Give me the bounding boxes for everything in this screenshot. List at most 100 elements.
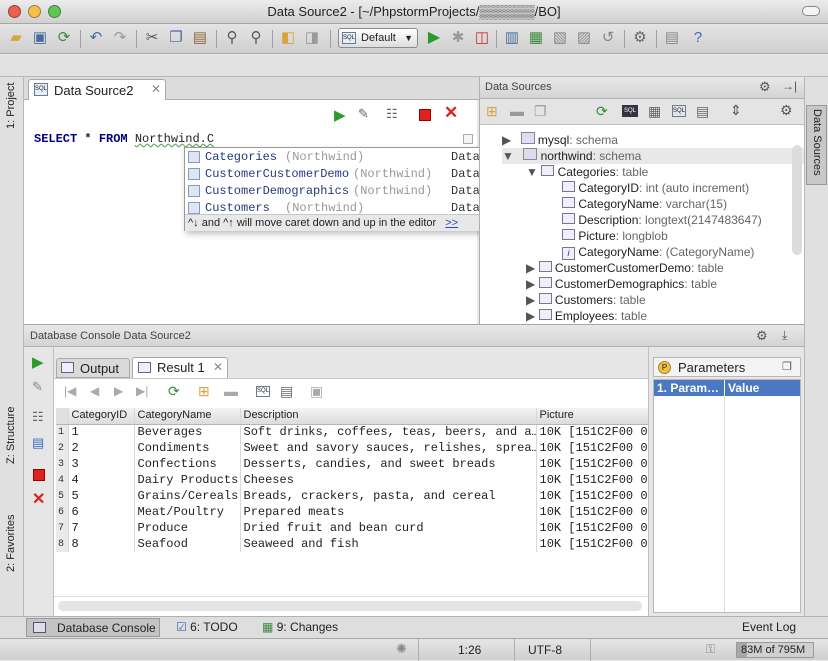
cell-picture[interactable]: 10K [151C2F00 02: [536, 488, 648, 504]
run-configuration-select[interactable]: SQL Default ▼: [338, 28, 418, 48]
cell-category-name[interactable]: Dairy Products: [134, 472, 241, 488]
caret-position[interactable]: 1:26: [458, 643, 481, 657]
cell-picture[interactable]: 10K [151C2F00 02: [536, 440, 648, 456]
explain-icon[interactable]: ✎: [358, 106, 369, 122]
cell-description[interactable]: Dried fruit and bean curd: [240, 520, 537, 536]
settings-icon[interactable]: ⚙: [630, 28, 650, 48]
cell-description[interactable]: Soft drinks, coffees, teas, beers, and a…: [240, 424, 537, 440]
stop-icon[interactable]: [419, 109, 431, 121]
copy-icon[interactable]: ❐: [534, 103, 547, 120]
gear-icon[interactable]: ⚙: [756, 328, 768, 344]
explain-icon[interactable]: ✎: [32, 379, 43, 395]
cut-icon[interactable]: ✂: [142, 28, 162, 48]
list-icon[interactable]: ☷: [386, 106, 398, 122]
table-row[interactable]: 4 4 Dairy Products Cheeses 10K [151C2F00 02: [56, 472, 648, 488]
cell-category-name[interactable]: Seafood: [134, 536, 241, 552]
table-row[interactable]: 3 3 Confections Desserts, candies, and swee…: [56, 456, 648, 472]
sql-file-icon[interactable]: SQL: [672, 105, 686, 117]
close-icon[interactable]: ✕: [213, 360, 223, 374]
help-icon[interactable]: ?: [688, 28, 708, 48]
list-icon[interactable]: ☷: [32, 409, 44, 425]
tree-node[interactable]: CategoryID: int (auto increment): [562, 180, 749, 196]
tree-node[interactable]: ▶ CustomerDemographics: table: [526, 276, 717, 292]
column-header[interactable]: Picture: [536, 408, 648, 425]
tree-node[interactable]: ▼ northwind: schema: [502, 148, 804, 164]
first-page-icon[interactable]: |◀: [64, 384, 76, 398]
cell-picture[interactable]: 10K [151C2F00 02: [536, 456, 648, 472]
cell-picture[interactable]: 10K [151C2F00 02: [536, 504, 648, 520]
refresh-icon[interactable]: ⟳: [596, 103, 608, 120]
cell-category-id[interactable]: 4: [68, 472, 135, 488]
column-header[interactable]: CategoryID: [68, 408, 135, 425]
vcs-compare-icon[interactable]: ▧: [550, 28, 570, 48]
open-folder-icon[interactable]: ▰: [6, 28, 26, 48]
cell-description[interactable]: Breads, crackers, pasta, and cereal: [240, 488, 537, 504]
properties-icon[interactable]: ▤: [696, 103, 709, 120]
table-editor-icon[interactable]: ▦: [648, 103, 661, 120]
vcs-commit-icon[interactable]: ▦: [526, 28, 546, 48]
copy-icon[interactable]: ❐: [166, 28, 186, 48]
cell-category-name[interactable]: Meat/Poultry: [134, 504, 241, 520]
previous-page-icon[interactable]: ◀: [90, 384, 99, 398]
stop-icon[interactable]: [33, 469, 45, 481]
tree-node[interactable]: ▶ mysql: schema: [502, 132, 618, 148]
tree-node[interactable]: ▼ Categories: table: [526, 164, 648, 180]
sql-file-icon[interactable]: SQL: [256, 386, 270, 397]
gear-icon[interactable]: ⚙: [759, 79, 771, 95]
cell-category-name[interactable]: Produce: [134, 520, 241, 536]
cell-picture[interactable]: 10K [151C2F00 02: [536, 520, 648, 536]
cell-category-id[interactable]: 1: [68, 424, 135, 440]
execute-icon[interactable]: ▶: [334, 106, 346, 124]
cell-description[interactable]: Desserts, candies, and sweet breads: [240, 456, 537, 472]
tab-result[interactable]: Result 1 ✕: [132, 357, 228, 378]
undo-icon[interactable]: ↶: [86, 28, 106, 48]
execute-icon[interactable]: ▶: [32, 353, 44, 371]
cell-category-name[interactable]: Grains/Cereals: [134, 488, 241, 504]
tab-output[interactable]: Output: [56, 358, 130, 378]
structure-tool-tab[interactable]: Z: Structure: [5, 407, 17, 495]
cell-category-id[interactable]: 2: [68, 440, 135, 456]
hide-panel-icon[interactable]: →|: [782, 79, 797, 93]
add-icon[interactable]: ⊞: [486, 103, 498, 120]
table-row[interactable]: 2 2 Condiments Sweet and savory sauces, rel…: [56, 440, 648, 456]
options-icon[interactable]: ⚙: [780, 102, 793, 119]
debug-icon[interactable]: ✱: [448, 28, 468, 48]
cell-category-id[interactable]: 5: [68, 488, 135, 504]
tree-node[interactable]: CategoryName: varchar(15): [562, 196, 727, 212]
tree-node[interactable]: Picture: longblob: [562, 228, 668, 244]
data-sources-tool-tab[interactable]: Data Sources: [811, 109, 823, 176]
vcs-revert-icon[interactable]: ↺: [598, 28, 618, 48]
table-row[interactable]: 1 1 Beverages Soft drinks, coffees, teas, b…: [56, 424, 648, 440]
close-icon[interactable]: ✕: [151, 82, 161, 96]
favorites-tool-tab[interactable]: 2: Favorites: [5, 515, 17, 595]
find-icon[interactable]: ⚲: [222, 28, 242, 48]
cell-picture[interactable]: 10K [151C2F00 02: [536, 472, 648, 488]
database-console-tab[interactable]: Database Console: [26, 618, 160, 637]
project-tool-tab[interactable]: 1: Project: [5, 83, 17, 223]
paste-icon[interactable]: ▤: [190, 28, 210, 48]
inspection-indicator[interactable]: [463, 134, 473, 144]
next-page-icon[interactable]: ▶: [114, 384, 123, 398]
replace-icon[interactable]: ⚲: [246, 28, 266, 48]
add-row-icon[interactable]: ⊞: [198, 383, 210, 400]
run-icon[interactable]: ▶: [424, 28, 444, 48]
last-page-icon[interactable]: ▶|: [136, 384, 148, 398]
cell-category-name[interactable]: Beverages: [134, 424, 241, 440]
vcs-update-icon[interactable]: ▥: [502, 28, 522, 48]
back-icon[interactable]: ◧: [278, 28, 298, 48]
cell-category-id[interactable]: 3: [68, 456, 135, 472]
save-icon[interactable]: ▣: [30, 28, 50, 48]
editor-tab[interactable]: SQL Data Source2 ✕: [28, 79, 166, 100]
column-header[interactable]: Description: [240, 408, 537, 425]
tree-node[interactable]: ▶ Customers: table: [526, 292, 646, 308]
structure-icon[interactable]: ▤: [662, 28, 682, 48]
coverage-icon[interactable]: ◫: [472, 28, 492, 48]
table-row[interactable]: 5 5 Grains/Cereals Breads, crackers, pasta,…: [56, 488, 648, 504]
file-encoding[interactable]: UTF-8: [528, 643, 562, 657]
todo-tab[interactable]: ☑ 6: TODO: [176, 620, 238, 634]
view-icon[interactable]: ▣: [310, 383, 323, 400]
completion-hint-link[interactable]: >>: [445, 217, 458, 229]
tree-scrollbar[interactable]: [792, 145, 802, 255]
cell-category-id[interactable]: 8: [68, 536, 135, 552]
hide-panel-icon[interactable]: ⤓: [782, 328, 787, 343]
